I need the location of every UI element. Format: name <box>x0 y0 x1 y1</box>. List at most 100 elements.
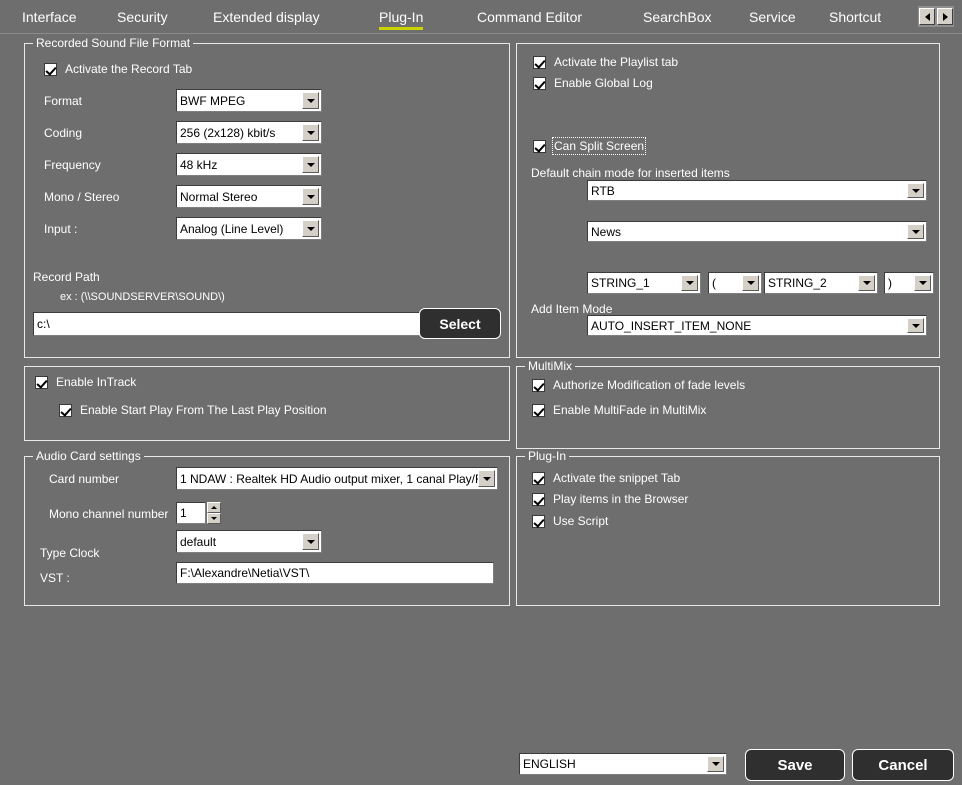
use-script-label: Use Script <box>553 514 609 528</box>
string2-dropdown[interactable]: STRING_2 <box>764 272 878 294</box>
mono-channel-decrement-button[interactable] <box>207 513 221 524</box>
cancel-button[interactable]: Cancel <box>852 749 954 781</box>
type-clock-value: default <box>180 534 217 549</box>
chevron-down-icon[interactable] <box>302 220 319 237</box>
save-button[interactable]: Save <box>745 749 845 781</box>
chevron-down-icon[interactable] <box>478 470 495 487</box>
language-dropdown[interactable]: ENGLISH <box>519 753 727 775</box>
enable-global-log-label: Enable Global Log <box>554 76 653 90</box>
tab-plug-in[interactable]: Plug-In <box>379 9 424 30</box>
authorize-fade-levels-checkbox[interactable]: Authorize Modification of fade levels <box>532 378 745 392</box>
checkbox-icon <box>532 514 545 528</box>
checkbox-icon <box>35 375 48 389</box>
checkbox-icon <box>533 55 546 69</box>
separator-open-dropdown[interactable]: ( <box>708 272 762 294</box>
coding-dropdown[interactable]: 256 (2x128) kbit/s <box>176 121 322 144</box>
activate-record-tab-checkbox[interactable]: Activate the Record Tab <box>44 62 192 76</box>
default-chain-mode-dropdown[interactable]: RTB <box>587 180 927 201</box>
checkbox-icon <box>532 403 545 417</box>
card-number-label: Card number <box>49 472 120 486</box>
default-chain-mode-value: RTB <box>591 183 615 198</box>
select-button[interactable]: Select <box>419 308 501 339</box>
separator-open-value: ( <box>712 276 716 290</box>
mono-channel-label: Mono channel number <box>49 507 169 521</box>
mono-channel-input[interactable]: 1 <box>176 502 206 524</box>
chevron-down-icon[interactable] <box>302 188 319 205</box>
chevron-down-icon[interactable] <box>302 124 319 141</box>
tab-service[interactable]: Service <box>749 9 796 28</box>
activate-playlist-tab-checkbox[interactable]: Activate the Playlist tab <box>533 55 678 69</box>
checkbox-icon <box>533 76 546 90</box>
string2-value: STRING_2 <box>768 276 827 290</box>
triangle-right-icon <box>942 12 948 21</box>
add-item-mode-dropdown[interactable]: AUTO_INSERT_ITEM_NONE <box>587 315 927 336</box>
checkbox-icon <box>532 471 545 485</box>
tab-bar: Interface Security Extended display Plug… <box>0 0 962 34</box>
vst-path-input[interactable]: F:\Alexandre\Netia\VST\ <box>176 562 494 584</box>
chevron-down-icon[interactable] <box>858 275 875 291</box>
card-number-dropdown[interactable]: 1 NDAW : Realtek HD Audio output mixer, … <box>176 467 498 490</box>
mono-stereo-value: Normal Stereo <box>180 189 258 204</box>
triangle-down-icon <box>211 517 217 520</box>
enable-start-play-label: Enable Start Play From The Last Play Pos… <box>80 403 327 417</box>
format-dropdown[interactable]: BWF MPEG <box>176 89 322 112</box>
record-path-input[interactable]: c:\ <box>33 312 423 336</box>
tab-interface[interactable]: Interface <box>22 9 76 28</box>
second-chain-mode-dropdown[interactable]: News <box>587 221 927 242</box>
tab-extended-display[interactable]: Extended display <box>213 9 320 28</box>
enable-intrack-checkbox[interactable]: Enable InTrack <box>35 375 136 389</box>
chevron-down-icon[interactable] <box>742 275 759 291</box>
tab-command-editor[interactable]: Command Editor <box>477 9 582 28</box>
tab-scroll-prev-button[interactable] <box>919 8 935 25</box>
chevron-down-icon[interactable] <box>914 275 931 291</box>
string1-dropdown[interactable]: STRING_1 <box>587 272 701 294</box>
input-dropdown[interactable]: Analog (Line Level) <box>176 217 322 240</box>
activate-snippet-tab-checkbox[interactable]: Activate the snippet Tab <box>532 471 680 485</box>
string1-value: STRING_1 <box>591 276 650 290</box>
mono-channel-increment-button[interactable] <box>207 502 221 513</box>
tab-shortcut[interactable]: Shortcut <box>829 9 881 28</box>
coding-label: Coding <box>44 126 83 140</box>
second-chain-mode-value: News <box>591 224 622 239</box>
frequency-dropdown[interactable]: 48 kHz <box>176 153 322 176</box>
vst-label: VST : <box>40 571 70 585</box>
play-items-browser-checkbox[interactable]: Play items in the Browser <box>532 492 688 506</box>
frequency-label: Frequency <box>44 158 101 172</box>
language-value: ENGLISH <box>523 757 576 771</box>
tab-scroll-next-button[interactable] <box>937 8 953 25</box>
record-path-label: Record Path <box>33 270 100 284</box>
recorded-sound-legend: Recorded Sound File Format <box>33 36 194 50</box>
add-item-mode-value: AUTO_INSERT_ITEM_NONE <box>591 318 752 333</box>
chevron-down-icon[interactable] <box>302 533 319 550</box>
enable-multifade-checkbox[interactable]: Enable MultiFade in MultiMix <box>532 403 706 417</box>
checkbox-icon <box>44 62 57 76</box>
chevron-down-icon[interactable] <box>302 156 319 173</box>
separator-close-dropdown[interactable]: ) <box>884 272 934 294</box>
add-item-mode-label: Add Item Mode <box>531 302 613 316</box>
triangle-left-icon <box>924 12 930 21</box>
input-value: Analog (Line Level) <box>180 221 284 236</box>
chevron-down-icon[interactable] <box>907 318 924 333</box>
chevron-down-icon[interactable] <box>707 756 724 772</box>
chevron-down-icon[interactable] <box>907 183 924 198</box>
tab-security[interactable]: Security <box>117 9 168 28</box>
chevron-down-icon[interactable] <box>302 92 319 109</box>
multimix-legend: MultiMix <box>525 359 575 373</box>
enable-multifade-label: Enable MultiFade in MultiMix <box>553 403 707 417</box>
mono-stereo-dropdown[interactable]: Normal Stereo <box>176 185 322 208</box>
enable-start-play-checkbox[interactable]: Enable Start Play From The Last Play Pos… <box>59 403 327 417</box>
can-split-screen-checkbox[interactable]: Can Split Screen <box>533 137 647 155</box>
use-script-checkbox[interactable]: Use Script <box>532 514 608 528</box>
chevron-down-icon[interactable] <box>681 275 698 291</box>
enable-global-log-checkbox[interactable]: Enable Global Log <box>533 76 653 90</box>
input-label: Input : <box>44 222 78 236</box>
triangle-up-icon <box>211 506 217 509</box>
plugin-legend: Plug-In <box>525 449 570 463</box>
checkbox-icon <box>533 139 546 153</box>
tab-searchbox[interactable]: SearchBox <box>643 9 711 28</box>
format-label: Format <box>44 94 83 108</box>
type-clock-dropdown[interactable]: default <box>176 530 322 553</box>
card-number-value: 1 NDAW : Realtek HD Audio output mixer, … <box>180 471 478 486</box>
chevron-down-icon[interactable] <box>907 224 924 239</box>
mono-stereo-label: Mono / Stereo <box>44 190 120 204</box>
